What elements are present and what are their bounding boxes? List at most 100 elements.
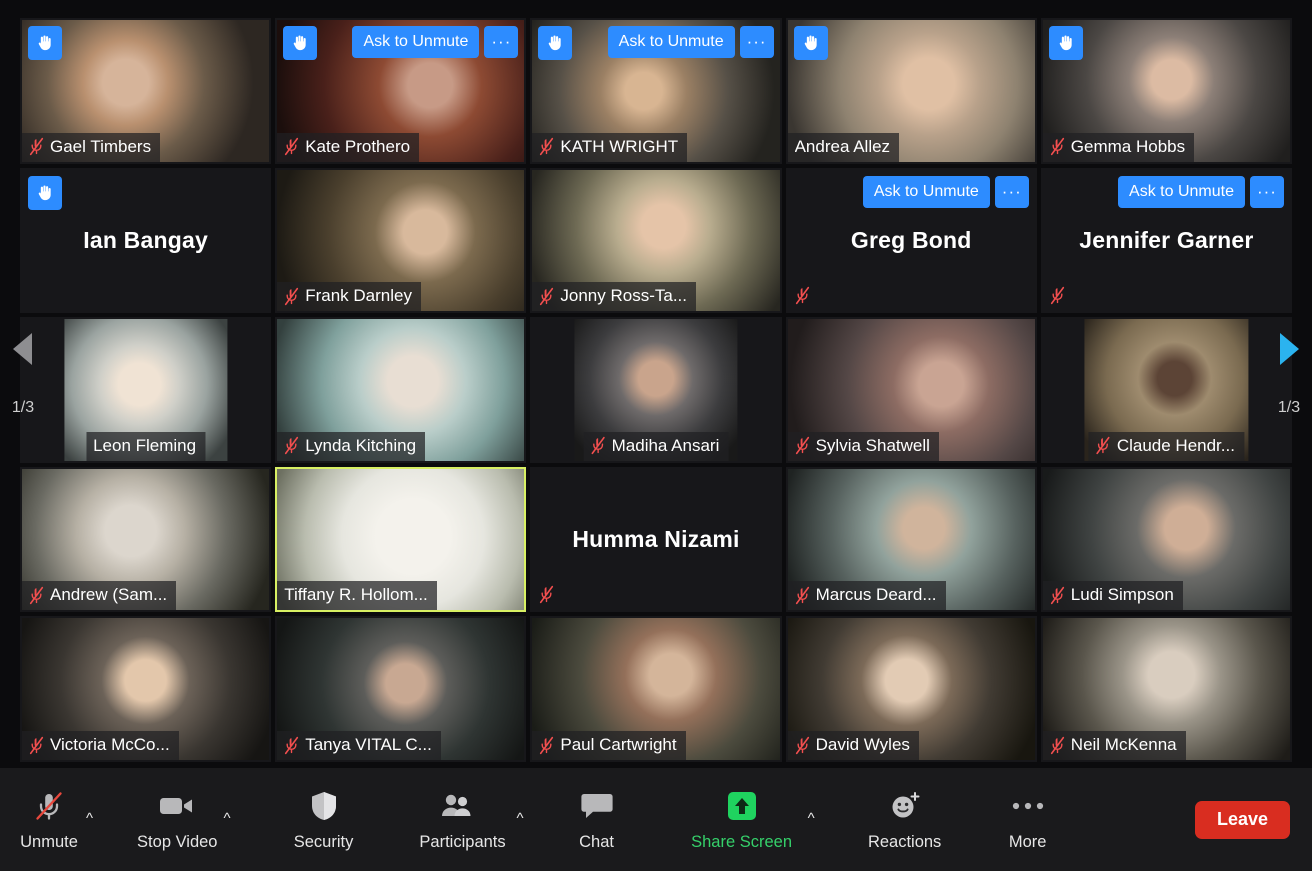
- zoom-meeting-window: Gael Timbers Ask to Unmute ··· Kate Prother…: [0, 0, 1312, 871]
- participants-button[interactable]: Participants: [415, 787, 511, 852]
- security-button[interactable]: Security: [293, 787, 355, 852]
- participants-options-caret-icon[interactable]: ^: [517, 811, 524, 826]
- ellipsis-icon: [1008, 787, 1048, 825]
- mic-muted-icon: [795, 586, 810, 605]
- ask-to-unmute-controls: Ask to Unmute ···: [607, 26, 774, 58]
- participant-tile[interactable]: Ask to Unmute ··· Jennifer Garner: [1040, 167, 1292, 314]
- participant-tile[interactable]: Jonny Ross-Ta...: [530, 167, 782, 314]
- raised-hand-icon: [538, 26, 573, 60]
- security-label: Security: [293, 833, 354, 851]
- chevron-right-icon[interactable]: [1276, 330, 1302, 373]
- participant-name-bar: Victoria McCo...: [22, 731, 179, 760]
- participant-name: Neil McKenna: [1070, 735, 1177, 754]
- participant-tile[interactable]: Paul Cartwright: [530, 616, 782, 762]
- participant-tile[interactable]: Victoria McCo...: [20, 616, 272, 762]
- participant-name-bar: Ludi Simpson: [1042, 581, 1183, 611]
- participant-more-options-button[interactable]: ···: [739, 26, 774, 58]
- participant-name: Lynda Kitching: [305, 435, 417, 455]
- participant-name: Kate Prothero: [305, 136, 411, 156]
- participant-more-options-button[interactable]: ···: [484, 26, 519, 58]
- more-button[interactable]: More: [997, 787, 1059, 852]
- more-label: More: [1008, 833, 1047, 851]
- participant-tile[interactable]: Ask to Unmute ··· Kate Prothero: [275, 18, 527, 164]
- participant-name-bar: KATH WRIGHT: [532, 132, 688, 162]
- mic-muted-icon: [32, 787, 66, 825]
- participant-tile[interactable]: Lynda Kitching: [275, 317, 527, 463]
- share-options-caret-icon[interactable]: ^: [808, 811, 815, 826]
- chat-label: Chat: [579, 833, 614, 851]
- stop-video-label: Stop Video: [137, 833, 218, 851]
- participant-name: Andrea Allez: [794, 136, 891, 156]
- participant-name: Jennifer Garner: [1079, 226, 1254, 253]
- mic-muted-icon: [1096, 436, 1111, 455]
- ask-to-unmute-controls: Ask to Unmute ···: [352, 26, 519, 58]
- participant-tile[interactable]: Marcus Deard...: [785, 466, 1037, 613]
- mic-muted-icon: [284, 436, 299, 455]
- participant-name-bar: David Wyles: [787, 731, 919, 760]
- participant-tile[interactable]: Humma Nizami: [530, 466, 782, 613]
- participant-tile[interactable]: Madiha Ansari: [530, 317, 782, 463]
- mic-muted-icon: [795, 436, 810, 455]
- raised-hand-icon: [28, 26, 62, 60]
- raised-hand-icon: [1048, 26, 1083, 60]
- participants-control-group: Participants 64 ^: [415, 787, 524, 852]
- video-control-group: Stop Video ^: [137, 787, 231, 852]
- mic-muted-icon: [1050, 286, 1065, 305]
- participant-tile[interactable]: Gael Timbers: [20, 18, 272, 164]
- participant-tile[interactable]: David Wyles: [785, 616, 1037, 762]
- share-screen-control-group: Share Screen ^: [682, 787, 815, 852]
- participant-tile[interactable]: Gemma Hobbs: [1040, 18, 1292, 164]
- chat-bubble-icon: [580, 787, 614, 825]
- participant-name: Greg Bond: [850, 226, 972, 253]
- shield-icon: [309, 787, 339, 825]
- participant-name-bar: Sylvia Shatwell: [787, 431, 939, 461]
- mic-muted-icon: [539, 585, 554, 604]
- video-options-caret-icon[interactable]: ^: [223, 811, 230, 826]
- participant-tile[interactable]: Frank Darnley: [275, 167, 527, 314]
- participant-tile[interactable]: Andrew (Sam...: [20, 466, 272, 613]
- participant-name: Tanya VITAL C...: [305, 735, 432, 754]
- audio-options-caret-icon[interactable]: ^: [86, 811, 93, 826]
- mic-muted-icon: [1050, 137, 1065, 156]
- participant-tile[interactable]: Claude Hendr...: [1040, 317, 1292, 463]
- participant-name: Gael Timbers: [50, 136, 152, 156]
- mute-control-group: Unmute ^: [18, 787, 93, 852]
- share-screen-button[interactable]: Share Screen: [682, 787, 802, 852]
- participant-tile[interactable]: Tanya VITAL C...: [275, 616, 527, 762]
- participant-name: Madiha Ansari: [611, 435, 720, 455]
- participant-tile[interactable]: Andrea Allez: [785, 18, 1037, 164]
- participant-name-bar: Paul Cartwright: [532, 731, 686, 760]
- participant-tile[interactable]: Sylvia Shatwell: [785, 317, 1037, 463]
- participant-tile[interactable]: Ask to Unmute ··· KATH WRIGHT: [530, 18, 782, 164]
- unmute-label: Unmute: [20, 833, 78, 851]
- raised-hand-icon: [793, 26, 828, 60]
- participant-tile[interactable]: Neil McKenna: [1040, 616, 1292, 762]
- participant-name-bar: Claude Hendr...: [1088, 431, 1244, 461]
- participant-name-bar: Gemma Hobbs: [1042, 132, 1195, 162]
- participant-name-bar: Lynda Kitching: [277, 431, 426, 461]
- participant-name-bar: Leon Fleming: [86, 431, 206, 461]
- participant-name: Ian Bangay: [83, 226, 208, 253]
- ask-to-unmute-button[interactable]: Ask to Unmute: [607, 26, 735, 58]
- chevron-left-icon[interactable]: [10, 330, 36, 373]
- stop-video-button[interactable]: Stop Video: [137, 787, 217, 852]
- reactions-button[interactable]: Reactions: [855, 787, 955, 852]
- participant-tile[interactable]: Ludi Simpson: [1040, 466, 1292, 613]
- participant-name: Victoria McCo...: [50, 735, 170, 754]
- video-camera-icon: [158, 787, 196, 825]
- participant-tile[interactable]: Ian Bangay: [20, 167, 272, 314]
- participant-tile[interactable]: Leon Fleming: [20, 317, 272, 463]
- mic-muted-icon: [539, 736, 554, 755]
- participant-tile[interactable]: Tiffany R. Hollom...: [275, 466, 527, 613]
- leave-button[interactable]: Leave: [1194, 800, 1290, 839]
- ask-to-unmute-button[interactable]: Ask to Unmute: [352, 26, 480, 58]
- participant-tile[interactable]: Ask to Unmute ··· Greg Bond: [785, 167, 1037, 314]
- participant-name: KATH WRIGHT: [560, 136, 679, 156]
- unmute-button[interactable]: Unmute: [18, 787, 80, 852]
- chat-button[interactable]: Chat: [566, 787, 628, 852]
- participant-name: Ludi Simpson: [1070, 585, 1174, 605]
- people-icon: [440, 787, 486, 825]
- mic-muted-icon: [591, 436, 606, 455]
- share-screen-label: Share Screen: [691, 833, 793, 851]
- meeting-toolbar: Unmute ^ Stop Video ^ Security Participa…: [0, 768, 1312, 871]
